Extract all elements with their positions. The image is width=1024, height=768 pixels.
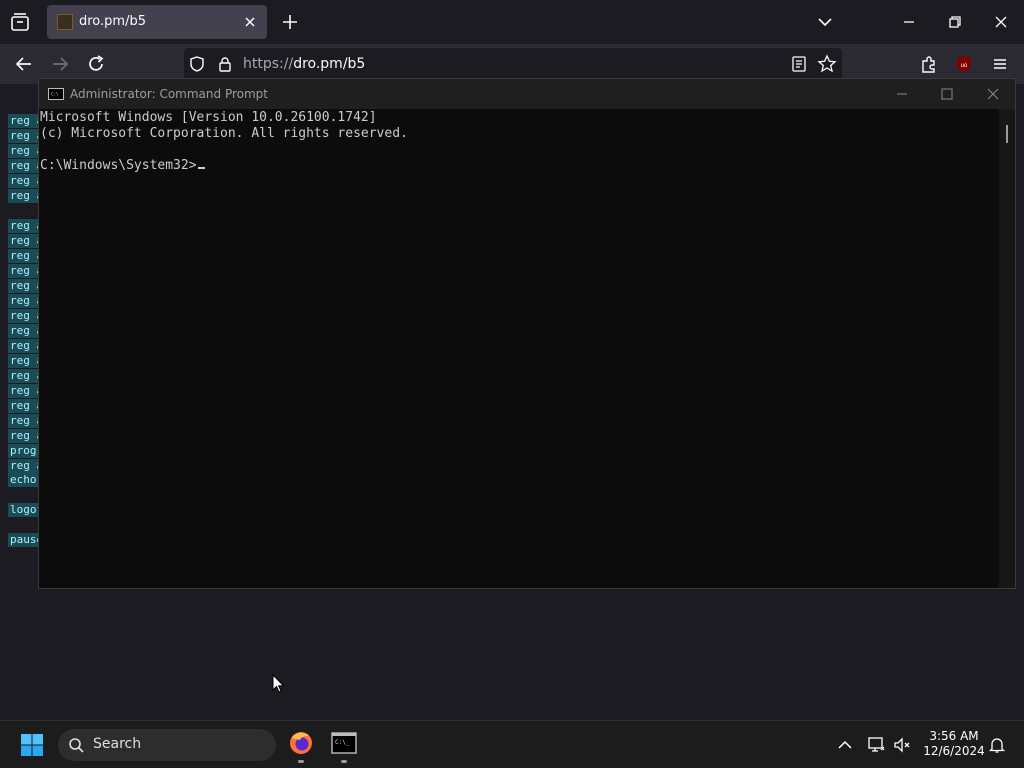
extensions-icon[interactable] — [918, 53, 940, 75]
browser-tab-bar: dro.pm/b5 — [0, 0, 1024, 44]
code-line: reg a — [8, 399, 42, 413]
code-line: reg a — [8, 264, 42, 278]
site-favicon-icon — [57, 14, 73, 30]
mouse-pointer-icon — [272, 674, 285, 693]
code-line: reg a — [8, 414, 42, 428]
code-line: reg a — [8, 234, 42, 248]
code-line: reg a — [8, 219, 42, 233]
cmd-maximize-button[interactable] — [936, 83, 958, 105]
code-line: reg a — [8, 189, 42, 203]
windows-taskbar: Search C:\_ 3:56 AM 12/6/2024 — [0, 720, 1024, 768]
code-line: reg a — [8, 114, 42, 128]
windows-start-icon[interactable] — [20, 733, 44, 757]
cmd-console-output[interactable]: Microsoft Windows [Version 10.0.26100.17… — [39, 109, 999, 588]
code-line: reg a — [8, 249, 42, 263]
cmd-window-title: Administrator: Command Prompt — [70, 87, 268, 101]
command-prompt-taskbar-icon[interactable]: C:\_ — [330, 729, 358, 757]
code-line: reg a — [8, 384, 42, 398]
svg-text:C:\_: C:\_ — [335, 739, 350, 746]
cmd-title-bar[interactable]: C:\ Administrator: Command Prompt — [39, 79, 1015, 109]
address-bar[interactable]: https://dro.pm/b5 — [184, 48, 842, 80]
cmd-close-button[interactable] — [982, 83, 1004, 105]
code-line: reg a — [8, 144, 42, 158]
code-line: reg a — [8, 129, 42, 143]
code-line: reg a — [8, 309, 42, 323]
back-arrow-icon[interactable] — [13, 53, 35, 75]
system-clock[interactable]: 3:56 AM 12/6/2024 — [916, 729, 992, 759]
tab-title: dro.pm/b5 — [79, 14, 146, 29]
url-text[interactable]: https://dro.pm/b5 — [243, 56, 365, 72]
search-label: Search — [93, 736, 142, 752]
reload-icon[interactable] — [85, 53, 107, 75]
reader-view-icon[interactable] — [790, 55, 808, 73]
network-icon[interactable] — [866, 735, 886, 755]
console-prompt: C:\Windows\System32> — [40, 158, 197, 173]
notification-bell-icon[interactable] — [987, 735, 1007, 755]
code-line: reg a — [8, 159, 42, 173]
tab-list-icon[interactable] — [8, 10, 32, 34]
cmd-minimize-button[interactable] — [891, 83, 913, 105]
code-line: reg a — [8, 324, 42, 338]
code-line: pause — [8, 533, 42, 547]
restore-window-button[interactable] — [943, 10, 967, 34]
url-scheme: https:// — [243, 56, 294, 72]
firefox-running-indicator — [298, 760, 304, 763]
active-tab[interactable]: dro.pm/b5 — [47, 5, 267, 39]
code-line: echo — [8, 473, 42, 487]
tracking-shield-icon[interactable] — [188, 55, 206, 73]
code-line: reg a — [8, 339, 42, 353]
taskbar-search-box[interactable]: Search — [58, 729, 276, 761]
svg-text:uo: uo — [961, 63, 968, 69]
code-line: reg a — [8, 174, 42, 188]
search-icon — [69, 738, 84, 753]
text-cursor — [197, 167, 205, 169]
clock-date: 12/6/2024 — [923, 744, 985, 758]
cmd-scrollbar[interactable] — [999, 109, 1015, 588]
svg-text:C:\: C:\ — [51, 92, 59, 97]
close-window-button[interactable] — [989, 10, 1013, 34]
code-line: logof — [8, 503, 42, 517]
code-line: reg a — [8, 369, 42, 383]
minimize-window-button[interactable] — [897, 10, 921, 34]
cmd-app-icon: C:\ — [48, 88, 64, 100]
ublock-icon[interactable]: uo — [953, 53, 975, 75]
cmd-scrollbar-thumb[interactable] — [1006, 125, 1008, 143]
code-line: reg a — [8, 294, 42, 308]
code-line: reg a — [8, 459, 42, 473]
command-prompt-window[interactable]: C:\ Administrator: Command Prompt Micros… — [38, 78, 1016, 589]
volume-muted-icon[interactable] — [892, 735, 912, 755]
code-line: reg a — [8, 279, 42, 293]
code-line: progr — [8, 444, 42, 458]
firefox-icon[interactable] — [287, 729, 315, 757]
list-all-tabs-chevron-icon[interactable] — [815, 12, 835, 32]
hamburger-menu-icon[interactable] — [989, 53, 1011, 75]
code-line: reg a — [8, 429, 42, 443]
new-tab-button[interactable] — [280, 12, 300, 32]
code-line: reg a — [8, 354, 42, 368]
clock-time: 3:56 AM — [929, 729, 979, 743]
close-tab-icon[interactable] — [241, 13, 259, 31]
console-line: Microsoft Windows [Version 10.0.26100.17… — [40, 110, 377, 125]
star-icon[interactable] — [817, 54, 837, 74]
console-line: (c) Microsoft Corporation. All rights re… — [40, 126, 408, 141]
url-host-path: dro.pm/b5 — [293, 56, 366, 72]
console-prompt-line[interactable]: C:\Windows\System32> — [40, 158, 205, 174]
lock-icon[interactable] — [216, 55, 234, 73]
forward-arrow-icon[interactable] — [49, 53, 71, 75]
show-hidden-icons-chevron-icon[interactable] — [835, 735, 855, 755]
cmd-running-indicator — [341, 760, 347, 763]
